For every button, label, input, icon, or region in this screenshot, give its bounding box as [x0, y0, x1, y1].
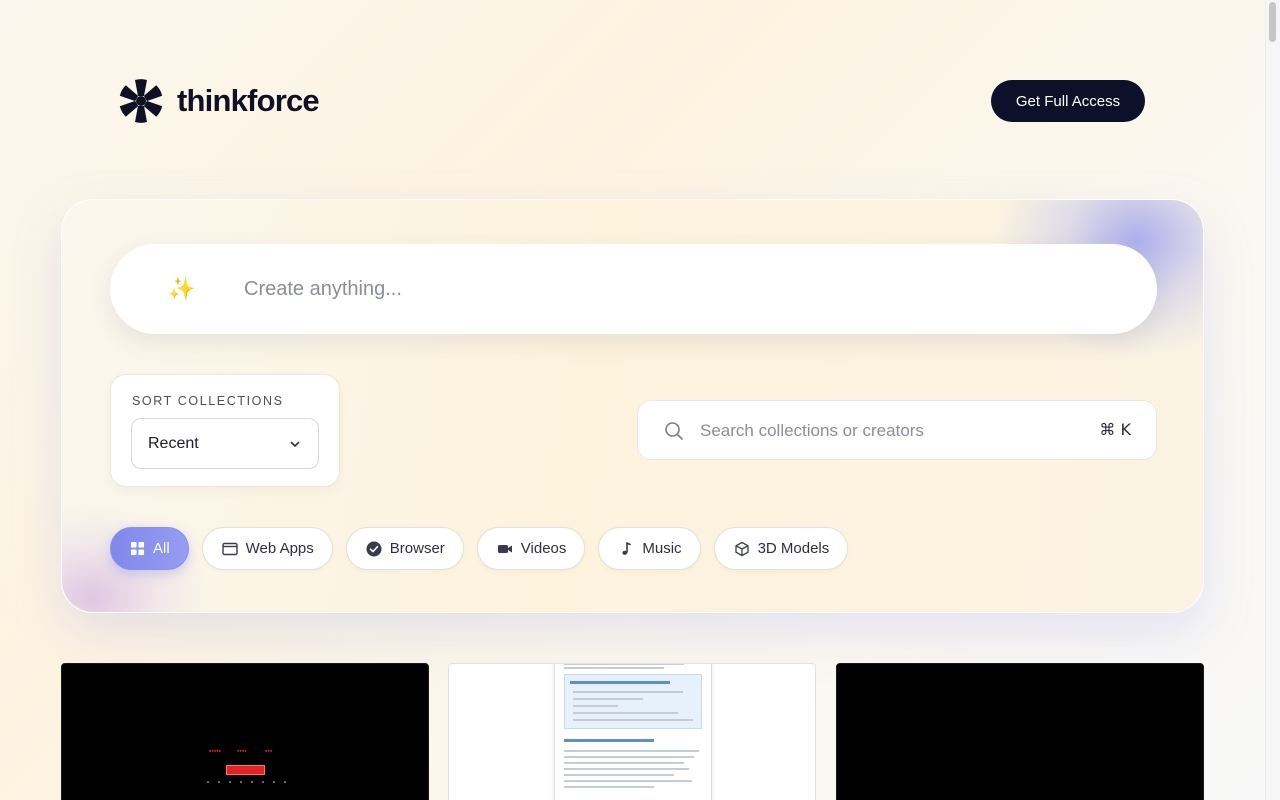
grid-icon: [129, 541, 145, 557]
preview-text-line: [564, 667, 664, 669]
preview-decoration: [226, 765, 265, 775]
preview-text-line: [564, 664, 684, 665]
filter-chip-videos[interactable]: Videos: [476, 527, 586, 570]
filter-chip-label: All: [153, 540, 170, 557]
brand-name: thinkforce: [177, 83, 320, 118]
filter-chip-3d-models[interactable]: 3D Models: [713, 527, 849, 570]
filter-chip-label: Music: [642, 540, 682, 557]
preview-decoration: ▪▪▪▪: [237, 748, 247, 753]
filter-chip-music[interactable]: Music: [598, 527, 701, 570]
preview-text-line: [564, 780, 692, 782]
create-prompt-input[interactable]: [244, 270, 1104, 308]
collection-card[interactable]: [836, 663, 1204, 800]
collection-card[interactable]: ▪▪▪▪▪ ▪▪▪▪ ▪▪▪: [61, 663, 429, 800]
preview-text-line: [573, 719, 693, 721]
preview-text-line: [564, 786, 654, 788]
category-filters: All Web Apps Browser Videos Music 3D Mod…: [110, 527, 849, 570]
collections-search[interactable]: ⌘ K: [637, 400, 1157, 460]
keyboard-shortcut-hint: ⌘ K: [1099, 420, 1131, 439]
sparkles-icon: ✨: [168, 276, 196, 301]
preview-text-line: [564, 750, 699, 752]
preview-decoration: [207, 781, 287, 783]
card-preview-thumbnail: ▪▪▪▪▪ ▪▪▪▪ ▪▪▪: [207, 748, 287, 788]
preview-text-line: [573, 705, 618, 707]
filter-chip-label: Browser: [389, 540, 445, 557]
sort-collections-card: SORT COLLECTIONS Recent: [110, 374, 340, 487]
brand-logo[interactable]: thinkforce: [119, 79, 320, 123]
preview-decoration: ▪▪▪▪▪: [209, 748, 222, 753]
preview-heading-line: [564, 739, 654, 742]
video-camera-icon: [497, 541, 513, 557]
window-icon: [221, 541, 238, 557]
filter-chip-label: Web Apps: [245, 540, 314, 557]
scrollbar-thumb[interactable]: [1269, 2, 1276, 42]
preview-text-line: [573, 691, 683, 693]
preview-text-line: [564, 774, 674, 776]
chevron-down-icon: [290, 441, 300, 447]
check-circle-icon: [366, 541, 382, 557]
sort-selected-value: Recent: [148, 434, 199, 452]
preview-text-line: [564, 768, 689, 770]
thinkforce-logo-icon: [119, 79, 163, 123]
create-prompt-bar[interactable]: ✨: [110, 244, 1157, 334]
filter-chip-label: 3D Models: [757, 540, 830, 557]
preview-text-line: [570, 681, 670, 684]
search-input[interactable]: [700, 417, 1080, 445]
search-icon: [665, 422, 683, 440]
get-full-access-button[interactable]: Get Full Access: [991, 80, 1145, 122]
filter-chip-browser[interactable]: Browser: [345, 527, 464, 570]
sort-select[interactable]: Recent: [131, 418, 319, 469]
filter-chip-label: Videos: [520, 540, 567, 557]
preview-text-line: [564, 762, 684, 764]
music-note-icon: [618, 541, 634, 557]
cube-icon: [734, 541, 750, 557]
preview-text-line: [573, 712, 678, 714]
preview-callout: [564, 674, 702, 729]
preview-text-line: [564, 756, 694, 758]
filter-chip-web-apps[interactable]: Web Apps: [201, 527, 333, 570]
sort-collections-label: SORT COLLECTIONS: [132, 394, 284, 408]
preview-decoration: ▪▪▪: [265, 748, 273, 753]
preview-text-line: [573, 698, 643, 700]
card-preview-thumbnail: [554, 664, 712, 800]
collection-card[interactable]: [448, 663, 816, 800]
filter-chip-all[interactable]: All: [110, 527, 189, 570]
create-panel: ✨ SORT COLLECTIONS Recent ⌘ K All: [61, 199, 1204, 613]
page-scrollbar[interactable]: [1265, 0, 1280, 800]
